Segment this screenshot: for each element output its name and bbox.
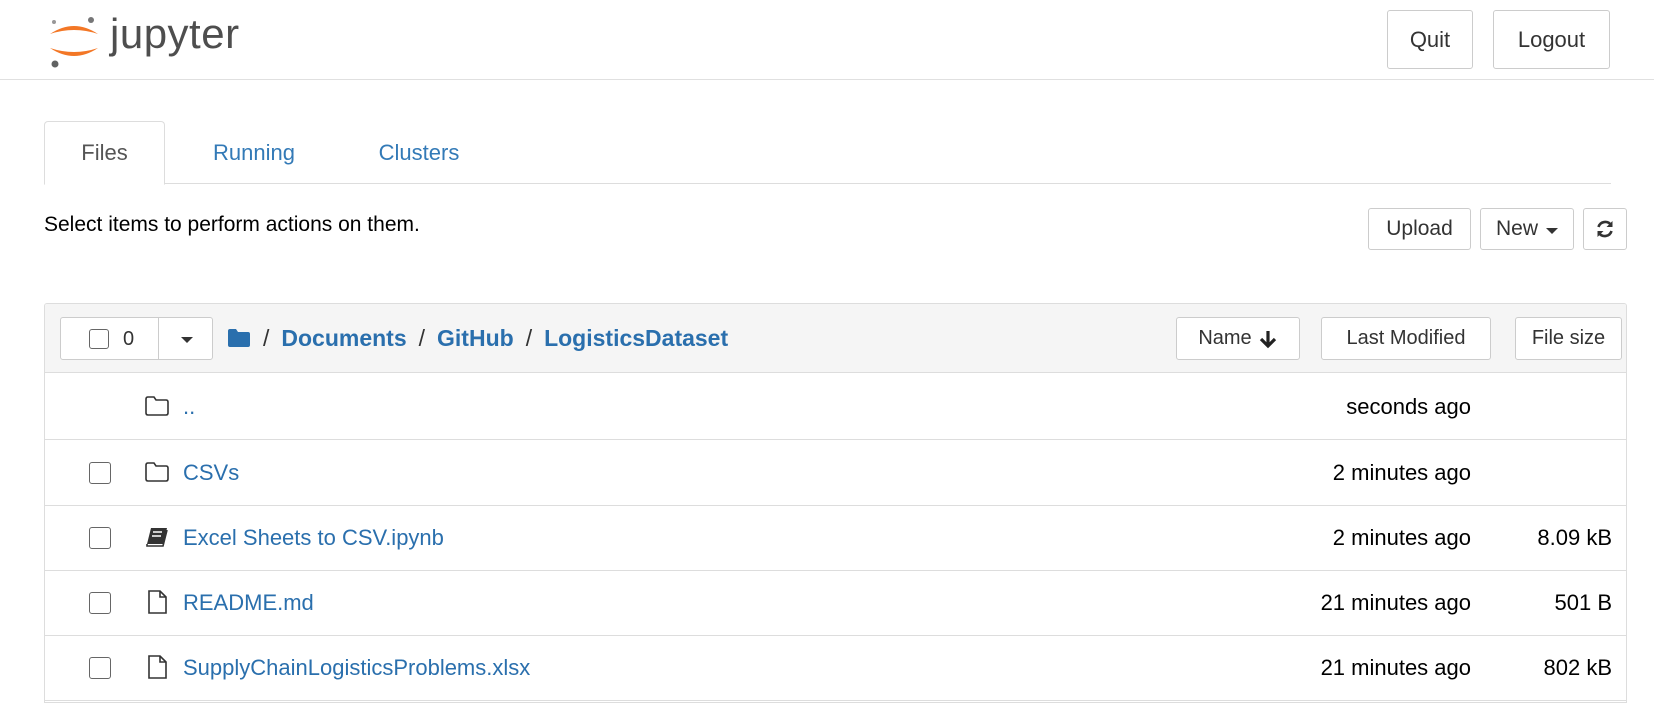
item-name-link[interactable]: SupplyChainLogisticsProblems.xlsx [183,655,530,681]
item-name-link[interactable]: CSVs [183,460,239,486]
caret-down-icon [1546,227,1558,234]
folder-icon [145,462,169,482]
list-item[interactable]: SupplyChainLogisticsProblems.xlsx 21 min… [45,635,1626,701]
file-icon [148,590,167,614]
caret-down-icon[interactable] [181,337,193,343]
tab-clusters[interactable]: Clusters [349,121,489,184]
tab-running[interactable]: Running [194,121,314,184]
breadcrumb: / Documents / GitHub / LogisticsDataset [227,320,728,356]
item-modified: 21 minutes ago [1320,655,1471,680]
selector-divider [158,318,159,359]
item-checkbox[interactable] [89,657,111,679]
logo-text: jupyter [110,10,240,57]
item-size: 802 kB [1543,655,1613,680]
breadcrumb-logisticsdataset[interactable]: LogisticsDataset [544,325,728,352]
list-item[interactable]: README.md 21 minutes ago 501 B [45,570,1626,636]
select-all-dropdown[interactable]: 0 [60,317,213,360]
sort-name-label: Name [1198,327,1252,349]
item-modified: seconds ago [1346,394,1471,419]
logout-button[interactable]: Logout [1493,10,1610,69]
file-list-header: 0 / Documents / GitHub / LogisticsDatase… [45,304,1626,373]
refresh-icon [1597,220,1613,238]
sort-by-name-button[interactable]: Name [1176,317,1300,360]
folder-home-icon[interactable] [227,328,251,348]
jupyter-logo-icon [50,17,98,68]
list-item[interactable]: .. seconds ago [45,374,1626,440]
app-header: jupyter Quit Logout [0,0,1654,80]
quit-button[interactable]: Quit [1387,10,1473,69]
item-name-link[interactable]: Excel Sheets to CSV.ipynb [183,525,444,551]
refresh-button[interactable] [1583,208,1627,250]
item-modified: 2 minutes ago [1332,525,1471,550]
new-button-label: New [1495,217,1538,240]
item-checkbox[interactable] [89,462,111,484]
item-size: 8.09 kB [1537,525,1612,550]
item-modified: 21 minutes ago [1320,590,1471,615]
item-name-link[interactable]: README.md [183,590,314,616]
file-icon [148,655,167,679]
tab-bar: Files Running Clusters [44,121,1611,185]
upload-button[interactable]: Upload [1368,208,1471,250]
arrow-down-icon [1259,330,1276,348]
sort-by-modified-button[interactable]: Last Modified [1321,317,1491,360]
jupyter-logo[interactable] [44,8,104,72]
breadcrumb-github[interactable]: GitHub [437,325,514,352]
item-checkbox[interactable] [89,527,111,549]
breadcrumb-separator: / [418,324,426,351]
folder-icon [145,396,169,416]
notebook-icon [146,528,168,547]
file-list: 0 / Documents / GitHub / LogisticsDatase… [44,303,1627,703]
item-size: 501 B [1554,590,1613,615]
tab-files[interactable]: Files [44,121,165,185]
list-item[interactable]: Excel Sheets to CSV.ipynb 2 minutes ago … [45,505,1626,571]
list-item[interactable]: CSVs 2 minutes ago [45,440,1626,506]
select-all-checkbox[interactable] [89,329,109,349]
selected-count: 0 [123,328,135,350]
breadcrumb-separator: / [525,324,533,351]
breadcrumb-separator: / [263,324,270,351]
new-button[interactable]: New [1480,208,1574,250]
help-text: Select items to perform actions on them. [44,213,420,236]
item-modified: 2 minutes ago [1332,460,1471,485]
breadcrumb-documents[interactable]: Documents [281,325,406,352]
item-name-link[interactable]: .. [183,394,195,420]
sort-by-size-button[interactable]: File size [1515,317,1622,360]
item-checkbox[interactable] [89,592,111,614]
